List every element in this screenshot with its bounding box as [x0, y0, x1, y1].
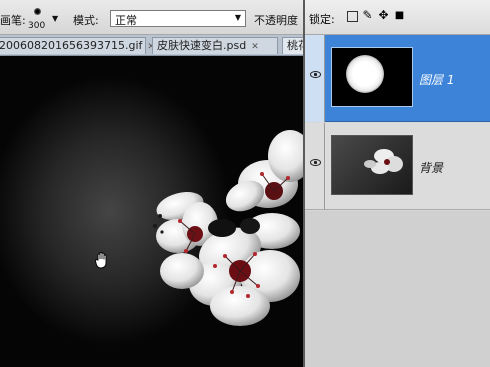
mode-label: 模式: — [73, 14, 99, 27]
lock-transparent-icon[interactable] — [347, 11, 358, 22]
tab-taohua[interactable]: 桃花 — [282, 37, 304, 54]
brush-tip-icon — [34, 8, 41, 15]
eye-icon — [310, 71, 321, 78]
layer-row-layer1[interactable]: 图层 1 — [305, 35, 490, 122]
layer-thumbnail — [331, 47, 413, 107]
mode-select[interactable]: 正常 ▼ — [110, 10, 246, 27]
tab-psd[interactable]: 皮肤快速变白.psd ✕ — [152, 37, 278, 54]
brush-label: 画笔: — [0, 14, 26, 27]
tab-label: 皮肤快速变白.psd — [157, 39, 247, 52]
lock-label: 锁定: — [309, 13, 335, 26]
layer-name[interactable]: 图层 1 — [419, 71, 454, 88]
opacity-label: 不透明度 — [254, 14, 298, 27]
tab-label: 20060820165639371​5.gif — [0, 39, 143, 52]
document-canvas[interactable] — [0, 56, 303, 367]
tab-label: 桃花 — [287, 39, 304, 52]
dropdown-arrow-icon: ▼ — [234, 13, 241, 22]
brush-size: 300 — [28, 21, 46, 31]
visibility-toggle[interactable] — [305, 123, 325, 210]
lock-all-icon[interactable]: ■ — [393, 9, 406, 22]
brush-picker[interactable]: 300 — [28, 5, 46, 31]
mode-value: 正常 — [115, 14, 137, 27]
visibility-toggle[interactable] — [305, 35, 325, 122]
thumbnail-flower — [364, 149, 403, 174]
eye-icon — [310, 159, 321, 166]
layer-row-background[interactable]: 背景 — [305, 123, 490, 210]
tab-gif[interactable]: 20060820165639371​5.gif✕ — [0, 37, 155, 54]
layer-name[interactable]: 背景 — [419, 159, 443, 176]
close-icon[interactable]: ✕ — [251, 42, 259, 52]
layers-panel: 锁定: ✎ ✥ ■ 图层 1 背景 — [305, 0, 490, 367]
layer-thumbnail — [331, 135, 413, 195]
layers-list-empty-area — [305, 211, 490, 367]
dropdown-arrow-icon[interactable]: ▼ — [52, 14, 58, 23]
lock-paint-icon[interactable]: ✎ — [361, 9, 374, 22]
document-tabs: 20060820165639371​5.gif✕ 皮肤快速变白.psd ✕ 桃花 — [0, 35, 304, 56]
hand-tool-icon — [95, 252, 107, 269]
lock-bar: 锁定: ✎ ✥ ■ — [305, 0, 490, 35]
glow-shape — [346, 55, 384, 93]
flower-artwork — [153, 130, 303, 326]
lock-move-icon[interactable]: ✥ — [377, 9, 390, 22]
options-bar: 画笔: 300 ▼ 模式: 正常 ▼ 不透明度 — [0, 0, 304, 35]
